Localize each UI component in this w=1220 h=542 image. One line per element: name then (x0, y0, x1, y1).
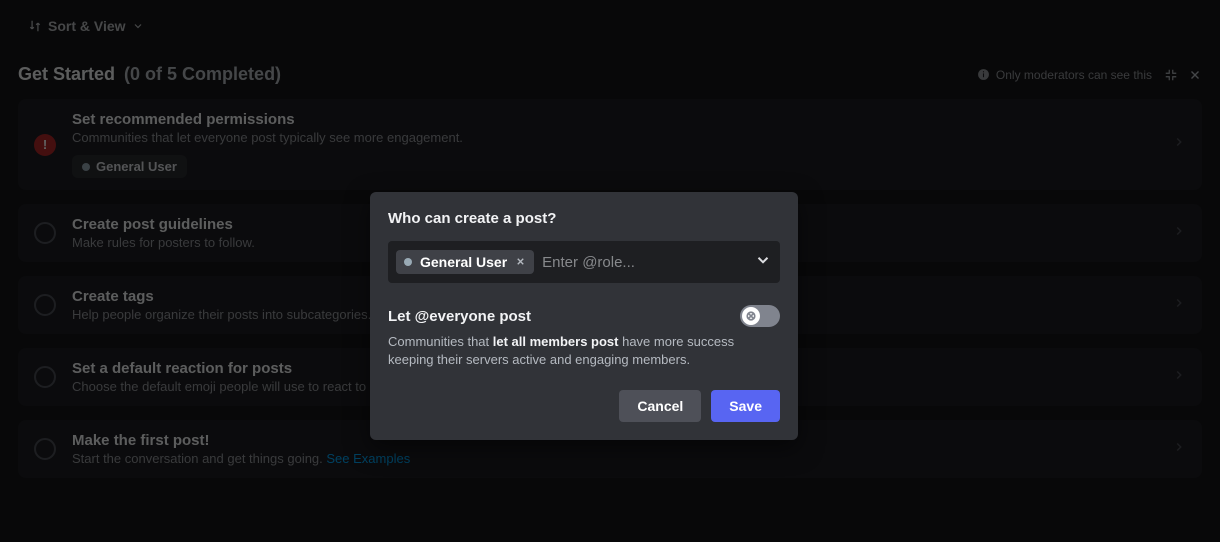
card-permissions[interactable]: ! Set recommended permissions Communitie… (18, 99, 1202, 190)
collapse-icon[interactable] (1164, 68, 1178, 82)
chevron-right-icon (1172, 368, 1186, 387)
see-examples-link[interactable]: See Examples (326, 451, 410, 466)
close-icon[interactable] (1188, 68, 1202, 82)
empty-circle-icon (34, 222, 56, 244)
card-sub: Start the conversation and get things go… (72, 451, 1156, 466)
sort-view-label: Sort & View (48, 18, 126, 34)
chevron-right-icon (1172, 440, 1186, 459)
info-icon (977, 68, 990, 81)
modal-title: Who can create a post? (388, 210, 780, 227)
role-select[interactable]: General User (388, 241, 780, 283)
sort-view-button[interactable]: Sort & View (18, 14, 154, 38)
cancel-button[interactable]: Cancel (619, 390, 701, 422)
toggle-label: Let @everyone post (388, 308, 531, 325)
role-dot-icon (404, 258, 412, 266)
empty-circle-icon (34, 294, 56, 316)
chevron-right-icon (1172, 296, 1186, 315)
selected-role-label: General User (420, 254, 507, 270)
sort-icon (28, 19, 42, 33)
chevron-down-icon[interactable] (754, 251, 772, 274)
empty-circle-icon (34, 438, 56, 460)
header-title: Get Started (18, 64, 115, 84)
mod-note-text: Only moderators can see this (996, 68, 1152, 82)
card-sub: Communities that let everyone post typic… (72, 130, 1156, 145)
role-chip-label: General User (96, 159, 177, 174)
alert-icon: ! (34, 134, 56, 156)
remove-role-icon[interactable] (515, 255, 526, 270)
chevron-down-icon (132, 20, 144, 32)
toggle-description: Communities that let all members post ha… (388, 333, 780, 368)
role-input[interactable] (542, 254, 746, 271)
header-progress: (0 of 5 Completed) (124, 64, 281, 84)
empty-circle-icon (34, 366, 56, 388)
save-button[interactable]: Save (711, 390, 780, 422)
chevron-right-icon (1172, 135, 1186, 154)
get-started-header: Get Started (0 of 5 Completed) (18, 64, 281, 85)
role-chip-general-user[interactable]: General User (72, 155, 187, 178)
chevron-right-icon (1172, 224, 1186, 243)
role-dot-icon (82, 163, 90, 171)
card-title: Set recommended permissions (72, 111, 1156, 128)
who-can-post-modal: Who can create a post? General User Let … (370, 192, 798, 440)
selected-role-chip[interactable]: General User (396, 250, 534, 274)
everyone-post-toggle[interactable] (740, 305, 780, 327)
toggle-knob (742, 307, 760, 325)
